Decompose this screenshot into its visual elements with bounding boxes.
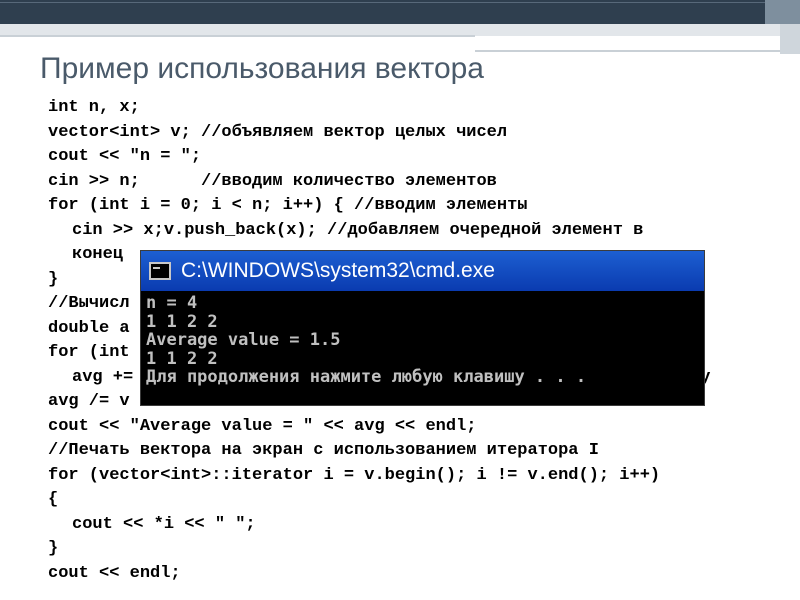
console-title: C:\WINDOWS\system32\cmd.exe: [181, 259, 495, 282]
console-icon[interactable]: [149, 262, 171, 280]
top-decor-rule-left: [0, 35, 475, 37]
code-line: }: [48, 539, 59, 558]
code-line: //Печать вектора на экран с использовани…: [48, 441, 599, 460]
code-line: for (int i = 0; i < n; i++) { //вводим э…: [48, 196, 528, 215]
code-line: for (vector<int>::iterator i = v.begin()…: [48, 465, 661, 485]
console-output: n = 4 1 1 2 2 Average value = 1.5 1 1 2 …: [141, 291, 704, 387]
slide-title: Пример использования вектора: [40, 52, 484, 85]
code-line: cin >> n; //вводим количество элементов: [48, 171, 497, 191]
code-line-start: avg +=: [72, 367, 134, 387]
code-line: cout << "n = ";: [48, 147, 202, 166]
console-line: 1 1 2 2: [146, 348, 218, 369]
code-line: {: [48, 490, 59, 509]
top-decor-accent: [765, 0, 800, 24]
console-titlebar[interactable]: C:\WINDOWS\system32\cmd.exe: [141, 251, 704, 291]
top-decor-line: [0, 2, 765, 3]
code-line: cout << "Average value = " << avg << end…: [48, 416, 477, 436]
code-line: int n, x;: [48, 98, 140, 117]
console-line: n = 4: [146, 293, 198, 313]
console-line: Для продолжения нажмите любую клавишу . …: [146, 367, 587, 387]
code-line: vector<int> v; //объявляем вектор целых …: [48, 122, 508, 142]
code-line: cout << endl;: [48, 563, 181, 583]
top-decor-bar: [0, 0, 765, 24]
top-decor-light-accent: [780, 24, 800, 54]
console-line: 1 1 2 2: [146, 311, 218, 332]
code-line: cout << *i << " ";: [72, 514, 256, 534]
top-decor-rule-right: [475, 50, 780, 52]
console-window[interactable]: C:\WINDOWS\system32\cmd.exe n = 4 1 1 2 …: [140, 250, 705, 406]
code-line: cin >> x;v.push_back(x); //добавляем оче…: [72, 220, 644, 240]
console-line: Average value = 1.5: [146, 330, 341, 350]
